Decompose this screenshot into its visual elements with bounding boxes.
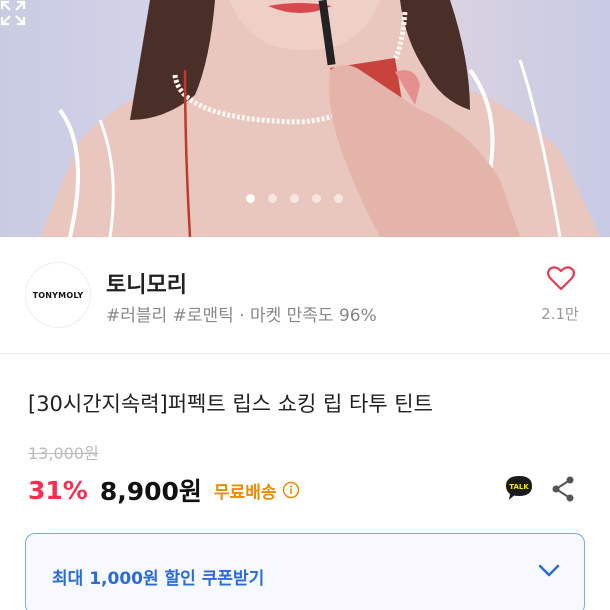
- original-price: 13,000원: [28, 444, 99, 463]
- seller-logo[interactable]: TONYMOLY: [26, 263, 90, 327]
- expand-icon[interactable]: [0, 0, 26, 26]
- kakao-talk-icon[interactable]: TALK: [504, 474, 534, 502]
- info-icon[interactable]: [282, 481, 300, 499]
- shipping-label: 무료배송: [213, 482, 277, 503]
- like-count: 2.1만: [541, 305, 579, 323]
- section-divider: [0, 353, 610, 354]
- carousel-dot[interactable]: [312, 194, 321, 203]
- seller-info[interactable]: TONYMOLY 토니모리 #러블리 #로맨틱 · 마켓 만족도 96% 2.1…: [0, 237, 610, 353]
- share-icon[interactable]: [550, 475, 576, 503]
- talk-label: TALK: [509, 483, 529, 491]
- seller-tags: #러블리 #로맨틱 · 마켓 만족도 96%: [106, 306, 377, 326]
- coupon-label: 최대 1,000원 할인 쿠폰받기: [52, 569, 265, 589]
- discount-rate: 31%: [28, 475, 88, 505]
- heart-outline-icon[interactable]: [547, 265, 575, 291]
- carousel-indicator: [246, 194, 343, 203]
- product-hero-image[interactable]: [0, 0, 610, 237]
- carousel-dot[interactable]: [334, 194, 343, 203]
- price-row: 31% 8,900원 무료배송: [28, 474, 300, 506]
- product-title: [30시간지속력]퍼펙트 립스 쇼킹 립 타투 틴트: [28, 392, 433, 416]
- seller-name[interactable]: 토니모리: [106, 267, 187, 299]
- sale-price: 8,900원: [99, 477, 202, 506]
- chevron-down-icon: [538, 564, 560, 577]
- carousel-dot[interactable]: [246, 194, 255, 203]
- logo-text: TONYMOLY: [32, 290, 84, 300]
- coupon-button[interactable]: 최대 1,000원 할인 쿠폰받기: [25, 533, 585, 610]
- carousel-dot[interactable]: [268, 194, 277, 203]
- carousel-dot[interactable]: [290, 194, 299, 203]
